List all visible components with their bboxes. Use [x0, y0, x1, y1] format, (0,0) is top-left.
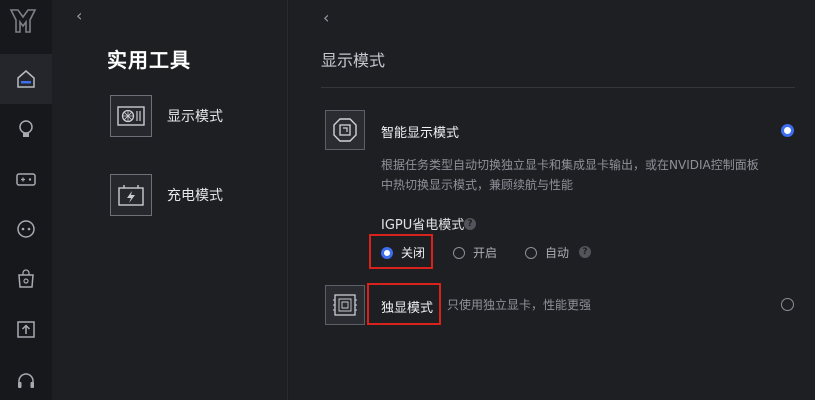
headset-icon [18, 373, 34, 388]
rail-item-update[interactable] [0, 304, 52, 354]
rail-item-game[interactable] [0, 154, 52, 204]
shop-icon [18, 269, 34, 288]
smart-mode-name: 智能显示模式 [381, 126, 460, 141]
discrete-mode-description: 只使用独立显卡，性能更强 [447, 298, 592, 312]
rail-item-shop[interactable] [0, 254, 52, 304]
back-button[interactable]: ‹ [323, 8, 329, 27]
smart-mode-icon [325, 110, 365, 150]
tool-item-display-mode[interactable]: 显示模式 [110, 95, 223, 137]
back-button[interactable]: ‹ [76, 6, 82, 25]
gamepad-icon [16, 173, 36, 186]
brand-logo-icon [9, 9, 37, 33]
rail-item-support[interactable] [0, 356, 52, 400]
battery-charge-icon [110, 174, 152, 216]
radio-icon [525, 246, 537, 259]
igpu-option-on[interactable]: 开启 [453, 244, 497, 261]
nav-rail [0, 0, 52, 400]
discrete-mode-radio[interactable] [781, 298, 794, 311]
rail-item-lighting[interactable] [0, 104, 52, 154]
tool-label: 显示模式 [167, 109, 223, 125]
igpu-help-icon[interactable]: ? [464, 218, 476, 230]
chat-icon [17, 220, 35, 238]
highlight-box-off [369, 234, 433, 269]
rail-item-home[interactable] [0, 54, 52, 104]
home-icon [17, 70, 35, 88]
page-title: 实用工具 [107, 48, 191, 72]
display-card-icon [110, 95, 152, 137]
divider [321, 87, 795, 88]
tools-panel: ‹ 实用工具 显示模式 充电模式 [52, 0, 288, 400]
radio-icon [453, 246, 465, 259]
tool-item-charge-mode[interactable]: 充电模式 [110, 174, 223, 216]
discrete-mode-icon [325, 285, 365, 325]
highlight-box-discrete [367, 283, 441, 325]
igpu-option-auto[interactable]: 自动 [525, 244, 569, 261]
bulb-icon [19, 120, 33, 137]
upload-icon [17, 321, 35, 338]
tool-label: 充电模式 [167, 188, 223, 204]
auto-help-icon[interactable]: ? [579, 246, 591, 258]
igpu-label: IGPU省电模式 [381, 218, 465, 233]
rail-item-chat[interactable] [0, 204, 52, 254]
section-title: 显示模式 [321, 51, 386, 70]
smart-mode-description: 根据任务类型自动切换独立显卡和集成显卡输出，或在NVIDIA控制面板 中热切换显… [381, 158, 759, 192]
display-mode-panel: ‹ 显示模式 智能显示模式 根据任务类型自动切换独立显卡和集成显卡输出，或在NV… [289, 0, 815, 400]
smart-mode-radio[interactable] [781, 124, 794, 137]
